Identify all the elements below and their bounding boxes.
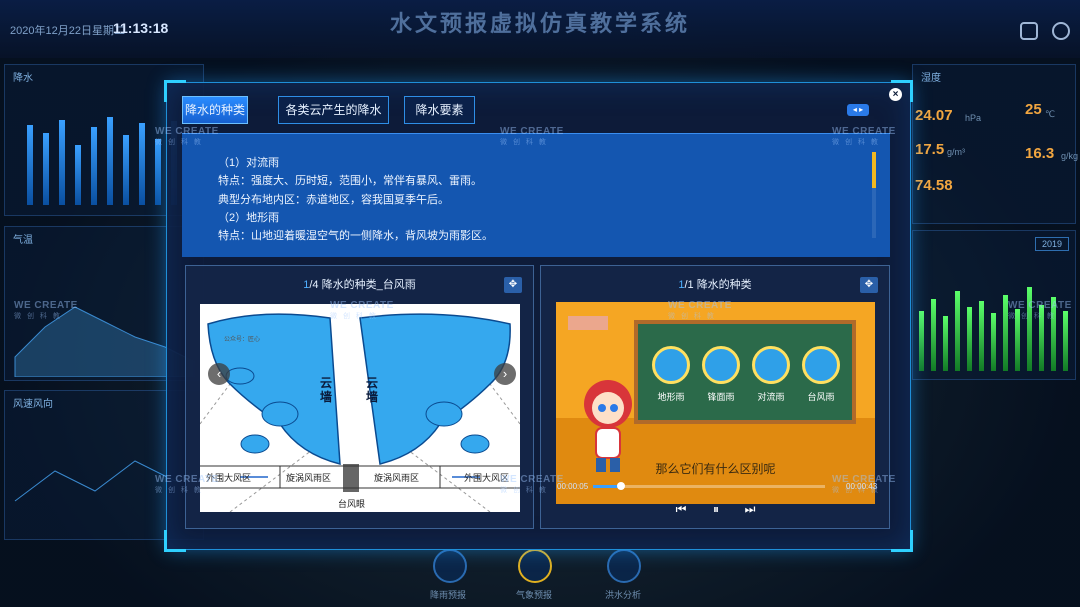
prev-image-button[interactable]: ‹ [208,363,230,385]
image-source-caption: 公众号：匠心 [224,337,261,343]
blackboard-label: 地形雨 [657,392,685,402]
typhoon-rain-icon [802,346,840,384]
text-line: 特点：强度大、历时短，范围小，常伴有暴风、雷雨。 [218,175,482,187]
tab-cloud-precipitation[interactable]: 各类云产生的降水 [278,96,389,124]
pressure-unit: hPa [965,113,982,123]
text-line: （2）地形雨 [218,212,280,224]
watermark: WE CREATE 微 创 科 教 [330,300,394,320]
expand-icon[interactable]: ✥ [860,277,878,293]
panel-title: 风速风向 [13,399,53,410]
weather-forecast-button[interactable] [518,549,552,583]
blackboard-label: 对流雨 [757,392,785,402]
blackboard: 地形雨 锋面雨 对流雨 台风雨 [634,320,856,424]
video-total: /1 [684,279,694,291]
close-icon[interactable]: × [889,88,902,101]
tab-precipitation-types[interactable]: 降水的种类 [182,96,248,124]
convective-rain-icon [752,346,790,384]
watermark: WE CREATE 微 创 科 教 [14,300,78,320]
humidity-panel: 湿度 24.07 hPa 25 ℃ 17.5 g/m³ 16.3 g/kg 74… [912,64,1079,224]
density-unit: g/m³ [947,147,965,157]
flood-analysis-button[interactable] [607,549,641,583]
relative-humidity-value: 74.58 [915,177,953,194]
date-label: 2020年12月22日星期二 [10,25,125,37]
video-panel-title: 1/1 降水的种类 [541,276,889,292]
bottom-label: 洪水分析 [605,590,642,600]
progress-handle[interactable] [616,482,625,490]
panel-title: 降水 [13,73,33,84]
cloud-wall-label-right: 云墙 [366,376,379,404]
bottom-label: 降雨预报 [430,590,467,600]
video-subtitle: 那么它们有什么区别呢 [655,462,776,476]
clock-label: 11:13:18 [113,20,169,36]
dialog-corner [891,530,913,552]
density-value: 17.5 [915,141,945,158]
specific-humidity-value: 16.3 [1025,145,1055,162]
bottom-label: 气象预报 [516,590,553,600]
pager-icon[interactable]: ◂ ▸ [847,104,869,116]
temperature-value: 25 [1025,101,1042,118]
watermark: WE CREATE 微 创 科 教 [668,300,732,320]
watermark: WE CREATE 微 创 科 教 [500,126,564,146]
power-icon[interactable] [1052,22,1070,40]
next-image-button[interactable]: › [494,363,516,385]
text-line: 特点：山地迎着暖湿空气的一侧降水，背风坡为雨影区。 [218,230,493,242]
top-bar: 水文预报虚拟仿真教学系统 2020年12月22日星期二 11:13:18 [0,0,1080,58]
tab-precipitation-elements[interactable]: 降水要素 [404,96,475,124]
image-total: /4 [309,279,319,291]
typhoon-diagram: 云墙 云墙 外围大风区 旋涡风雨区 旋涡风雨区 外围大风区 台风眼 公众号：匠心 [200,304,520,512]
panel-title: 湿度 [921,73,941,84]
watermark: WE CREATE 微 创 科 教 [155,474,219,494]
typhoon-eye-label: 台风眼 [338,499,366,509]
zone-label: 旋涡风雨区 [374,473,420,483]
cartoon-robot-character [584,380,632,472]
frontal-rain-icon [702,346,740,384]
watermark: WE CREATE 微 创 科 教 [155,126,219,146]
right-green-bars [917,271,1073,371]
expand-icon[interactable]: ✥ [504,277,522,293]
watermark: WE CREATE 微 创 科 教 [832,474,896,494]
year-select[interactable]: 2019 [1034,237,1069,251]
watermark: WE CREATE 微 创 科 教 [500,474,564,494]
watermark: WE CREATE 微 创 科 教 [1008,300,1072,320]
text-line: （1）对流雨 [218,157,280,169]
image-panel-title: 1/4 降水的种类_台风雨 [186,276,533,292]
scrollbar-track[interactable] [872,188,876,238]
blackboard-label: 台风雨 [807,392,835,402]
watermark: WE CREATE 微 创 科 教 [832,126,896,146]
minimize-icon[interactable] [1020,22,1038,40]
pressure-value: 24.07 [915,107,953,124]
rainfall-forecast-button[interactable] [433,549,467,583]
scrollbar-thumb[interactable] [872,152,876,188]
description-text-panel: （1）对流雨 特点：强度大、历时短，范围小，常伴有暴风、雷雨。 典型分布地内区：… [182,133,890,257]
mountain-rain-icon [652,346,690,384]
specific-humidity-unit: g/kg [1061,151,1079,161]
dialog-corner [164,530,186,552]
text-line: 典型分布地内区：赤道地区，容我国夏季午后。 [218,194,449,206]
previous-track-icon[interactable]: ⏮ [672,501,690,517]
temperature-unit: ℃ [1045,109,1056,119]
video-title: 降水的种类 [696,279,752,291]
pause-icon[interactable]: ⏸ [707,501,725,517]
panel-title: 气温 [13,235,33,246]
video-frame[interactable]: 地形雨 锋面雨 对流雨 台风雨 那么它们有什么区别呢 [556,302,875,504]
image-caption-title: 降水的种类_台风雨 [321,279,416,291]
cloud-wall-label-left: 云墙 [320,376,333,404]
zone-label: 旋涡风雨区 [286,473,332,483]
blackboard-label: 锋面雨 [707,392,735,402]
blurred-logo [568,316,608,330]
video-progress-bar[interactable] [593,482,825,490]
next-track-icon[interactable]: ⏭ [741,501,759,517]
